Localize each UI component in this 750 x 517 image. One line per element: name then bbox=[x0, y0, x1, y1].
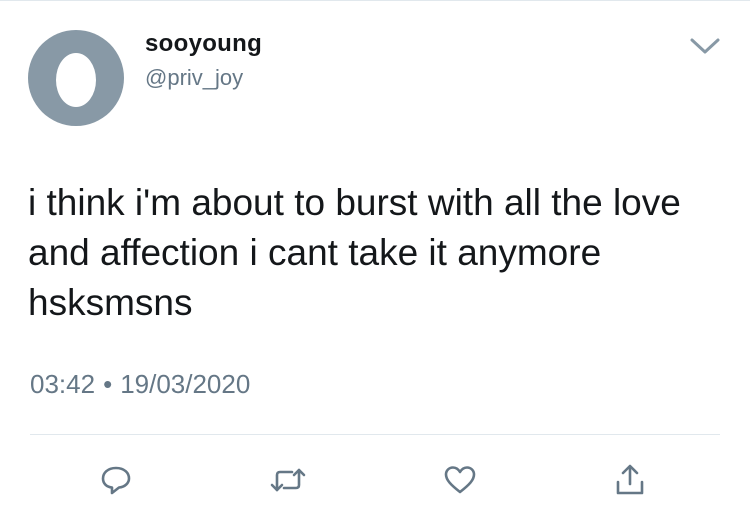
tweet-timestamp: 03:42 • 19/03/2020 bbox=[30, 366, 250, 402]
tweet-text: i think i'm about to burst with all the … bbox=[28, 182, 681, 323]
share-button[interactable] bbox=[610, 460, 650, 500]
user-handle[interactable]: @priv_joy bbox=[145, 62, 243, 94]
tweet-menu-button[interactable] bbox=[688, 34, 722, 58]
reply-button[interactable] bbox=[96, 460, 136, 500]
like-button[interactable] bbox=[440, 460, 480, 500]
tweet-time: 03:42 bbox=[30, 369, 96, 399]
retweet-icon bbox=[270, 468, 306, 492]
avatar[interactable] bbox=[28, 30, 124, 126]
reply-icon bbox=[101, 466, 131, 495]
tweet-date: 19/03/2020 bbox=[120, 369, 251, 399]
chevron-down-icon bbox=[690, 38, 720, 54]
share-icon bbox=[616, 464, 644, 495]
heart-icon bbox=[444, 466, 476, 494]
retweet-button[interactable] bbox=[268, 460, 308, 500]
display-name[interactable]: sooyoung bbox=[145, 26, 262, 62]
top-divider bbox=[0, 0, 750, 1]
actions-divider bbox=[30, 434, 720, 435]
egg-avatar-icon bbox=[56, 53, 96, 107]
meta-separator: • bbox=[103, 369, 113, 399]
